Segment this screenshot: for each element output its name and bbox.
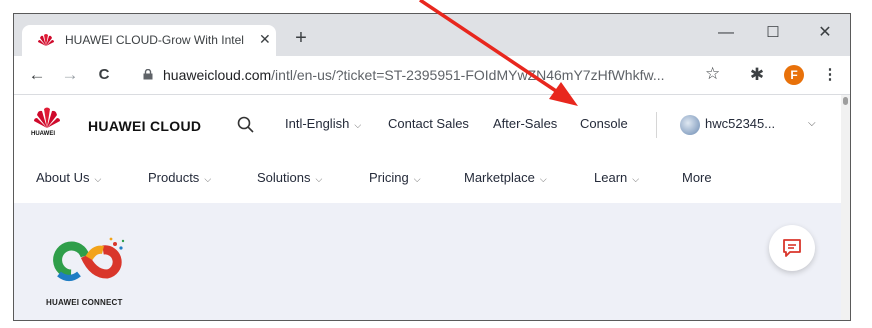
search-icon[interactable] — [236, 115, 256, 135]
nav-label: About Us — [36, 170, 90, 185]
after-sales-link[interactable]: After-Sales — [493, 116, 557, 131]
nav-more[interactable]: More — [682, 170, 712, 185]
bookmark-star-icon[interactable]: ☆ — [705, 64, 720, 84]
console-link[interactable]: Console — [580, 116, 628, 131]
extensions-puzzle-icon[interactable]: ✱ — [746, 64, 768, 86]
url-host: huaweicloud.com — [163, 67, 272, 83]
chevron-down-icon: ⌵ — [539, 174, 547, 184]
nav-about-us[interactable]: About Us ⌵ — [36, 170, 101, 185]
brand-name[interactable]: HUAWEI CLOUD — [88, 118, 201, 134]
address-bar[interactable]: huaweicloud.com/intl/en-us/?ticket=ST-23… — [131, 60, 729, 90]
lock-icon — [143, 69, 153, 80]
nav-learn[interactable]: Learn ⌵ — [594, 170, 639, 185]
huawei-connect-logo-icon — [53, 237, 125, 281]
url-path: /intl/en-us/?ticket=ST-2395951-FOIdMYwZN… — [271, 67, 665, 83]
hero-banner[interactable]: HUAWEI CONNECT — [14, 203, 841, 320]
page-scrollbar[interactable] — [841, 95, 850, 320]
nav-label: Products — [148, 170, 200, 185]
browser-window: HUAWEI CLOUD-Grow With Intel ✕ + — ☐ ✕ ←… — [13, 13, 851, 321]
language-selector[interactable]: Intl-English ⌵ — [285, 116, 361, 131]
chevron-down-icon: ⌵ — [354, 120, 362, 130]
nav-label: Learn — [594, 170, 628, 185]
chevron-down-icon: ⌵ — [413, 174, 421, 184]
contact-sales-link[interactable]: Contact Sales — [388, 116, 469, 131]
user-name[interactable]: hwc52345... — [705, 116, 775, 131]
tab-strip: HUAWEI CLOUD-Grow With Intel ✕ + — ☐ ✕ — [14, 14, 850, 56]
nav-label: Marketplace — [464, 170, 535, 185]
nav-marketplace[interactable]: Marketplace ⌵ — [464, 170, 547, 185]
huawei-favicon-icon — [38, 34, 54, 46]
nav-products[interactable]: Products ⌵ — [148, 170, 211, 185]
chevron-down-icon: ⌵ — [632, 174, 640, 184]
language-label: Intl-English — [285, 116, 350, 131]
huawei-connect-text: HUAWEI CONNECT — [46, 298, 123, 307]
huawei-logo-icon[interactable] — [34, 107, 60, 129]
web-page: HUAWEI HUAWEI CLOUD Intl-English ⌵ Contac… — [14, 95, 850, 320]
chevron-down-icon: ⌵ — [204, 174, 212, 184]
nav-label: Solutions — [257, 170, 311, 185]
chevron-down-icon[interactable]: ⌵ — [808, 118, 816, 129]
tab-close-icon[interactable]: ✕ — [259, 31, 271, 48]
huawei-logo-text: HUAWEI — [31, 131, 55, 137]
maximize-button[interactable]: ☐ — [761, 23, 785, 43]
chat-button[interactable] — [769, 225, 815, 271]
close-window-button[interactable]: ✕ — [813, 23, 837, 43]
tab-title: HUAWEI CLOUD-Grow With Intel — [65, 33, 244, 47]
new-tab-button[interactable]: + — [290, 28, 312, 50]
user-avatar[interactable] — [680, 115, 700, 135]
forward-button[interactable]: → — [59, 64, 81, 86]
chevron-down-icon: ⌵ — [94, 174, 102, 184]
browser-tab[interactable]: HUAWEI CLOUD-Grow With Intel ✕ — [22, 25, 276, 56]
nav-label: Pricing — [369, 170, 409, 185]
browser-menu-icon[interactable]: ⋮ — [819, 64, 841, 86]
chevron-down-icon: ⌵ — [315, 174, 323, 184]
minimize-button[interactable]: — — [714, 23, 738, 43]
nav-pricing[interactable]: Pricing ⌵ — [369, 170, 421, 185]
chat-icon — [783, 239, 801, 257]
back-button[interactable]: ← — [26, 64, 48, 86]
nav-solutions[interactable]: Solutions ⌵ — [257, 170, 322, 185]
browser-toolbar: ← → C huaweicloud.com/intl/en-us/?ticket… — [14, 56, 850, 95]
reload-button[interactable]: C — [93, 64, 115, 86]
header-divider — [656, 112, 657, 138]
profile-avatar[interactable]: F — [784, 65, 804, 85]
url-text: huaweicloud.com/intl/en-us/?ticket=ST-23… — [163, 67, 664, 83]
scrollbar-thumb[interactable] — [843, 97, 848, 105]
